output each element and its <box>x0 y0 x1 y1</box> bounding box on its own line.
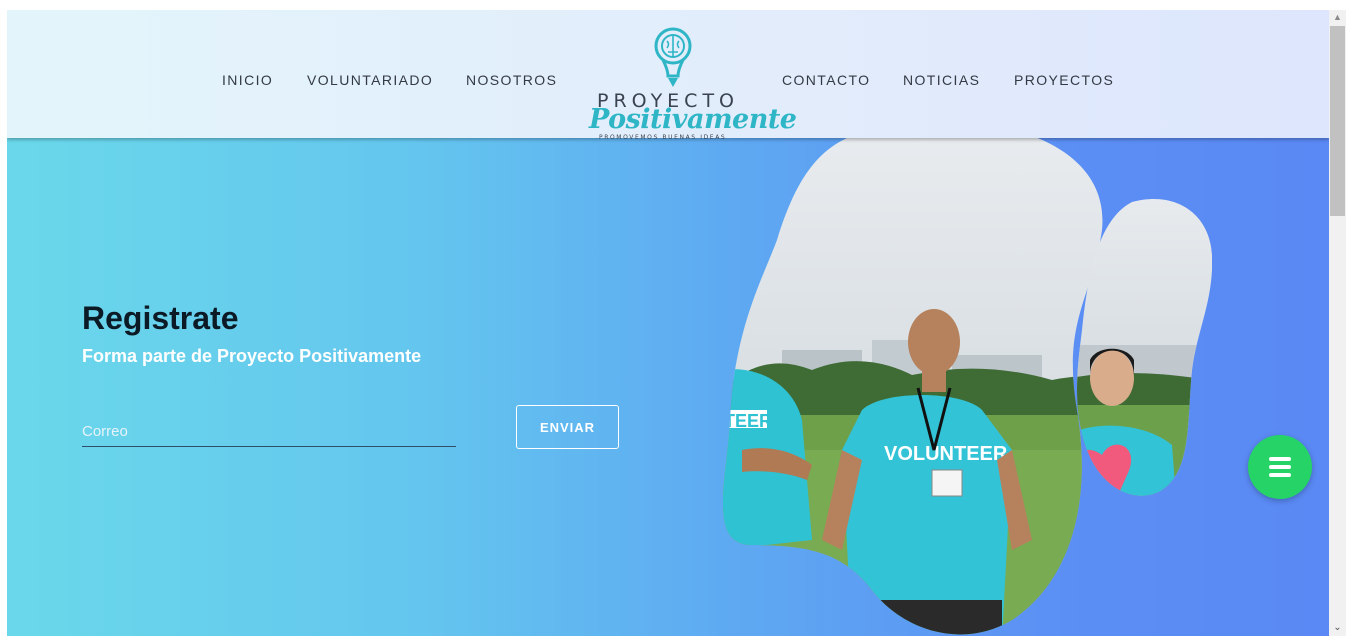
menu-fab[interactable] <box>1248 435 1312 499</box>
logo-tagline: PROMOVEMOS BUENAS IDEAS <box>599 134 727 141</box>
submit-button[interactable]: ENVIAR <box>516 405 619 449</box>
nav-noticias[interactable]: NOTICIAS <box>903 72 980 88</box>
hero-subtitle: Forma parte de Proyecto Positivamente <box>82 346 422 366</box>
hero-title: Registrate <box>82 300 239 336</box>
vertical-scrollbar[interactable]: ▲ ⌄ <box>1329 10 1346 636</box>
site-logo[interactable]: PROYECTO Positivamente PROMOVEMOS BUENAS… <box>589 26 797 141</box>
chevron-up-icon[interactable]: ▲ <box>1329 10 1346 26</box>
lightbulb-brain-icon <box>654 27 692 87</box>
menu-icon <box>1269 457 1291 477</box>
email-input[interactable] <box>82 416 456 447</box>
nav-proyectos[interactable]: PROYECTOS <box>1014 72 1114 88</box>
volunteers-photo: TEER VOLUNTEER <box>722 120 1212 635</box>
shirt-text-center: VOLUNTEER <box>884 443 1008 465</box>
hero-section: Registrate Forma parte de Proyecto Posit… <box>7 120 1329 636</box>
site-header: INICIO VOLUNTARIADO NOSOTROS PROYECTO Po… <box>7 10 1329 141</box>
scrollbar-thumb[interactable] <box>1330 26 1345 216</box>
logo-script: Positivamente <box>589 104 797 135</box>
chevron-down-icon[interactable]: ⌄ <box>1329 622 1346 636</box>
nav-inicio[interactable]: INICIO <box>222 72 273 88</box>
shirt-text-left: TEER <box>724 411 772 431</box>
page: INICIO VOLUNTARIADO NOSOTROS PROYECTO Po… <box>7 10 1329 636</box>
nav-contacto[interactable]: CONTACTO <box>782 72 870 88</box>
nav-nosotros[interactable]: NOSOTROS <box>466 72 557 88</box>
nav-voluntariado[interactable]: VOLUNTARIADO <box>307 72 433 88</box>
